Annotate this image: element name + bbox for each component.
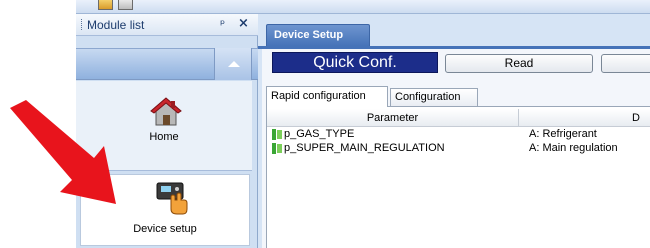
column-header-description[interactable]: D: [527, 109, 650, 127]
module-list-header: Module list ᵖ ×: [76, 14, 258, 36]
row-description: A: Main regulation: [529, 142, 618, 154]
grid-header: Parameter D: [267, 109, 650, 127]
module-item-label: Device setup: [133, 223, 197, 235]
window-icon[interactable]: [118, 0, 133, 10]
quick-conf-banner: Quick Conf.: [272, 52, 438, 73]
table-row[interactable]: p_GAS_TYPE A: Refrigerant: [267, 128, 650, 141]
red-pointer-arrow-icon: [10, 100, 116, 204]
home-icon: [150, 97, 182, 126]
write-button[interactable]: [601, 54, 650, 73]
close-icon[interactable]: ×: [238, 16, 249, 31]
tab-configuration[interactable]: Configuration: [390, 88, 478, 106]
device-icon: [156, 182, 188, 215]
scroll-up-button[interactable]: [214, 48, 252, 80]
device-setup-content: Quick Conf. Read Rapid configuration Con…: [262, 49, 650, 248]
read-button[interactable]: Read: [445, 54, 593, 73]
row-parameter: p_SUPER_MAIN_REGULATION: [284, 142, 445, 154]
parameter-grid: Parameter D p_GAS_TYPE A: Refrigerant p_…: [266, 107, 650, 248]
parameter-icon: [272, 129, 282, 140]
top-toolbar-strip: [76, 0, 650, 14]
tab-label: Device Setup: [274, 29, 344, 41]
pin-icon[interactable]: ᵖ: [220, 17, 225, 31]
table-row[interactable]: p_SUPER_MAIN_REGULATION A: Main regulati…: [267, 142, 650, 155]
parameter-icon: [272, 143, 282, 154]
row-description: A: Refrigerant: [529, 128, 597, 140]
folder-icon[interactable]: [98, 0, 113, 10]
document-area: Device Setup Quick Conf. Read Rapid conf…: [258, 14, 650, 248]
row-parameter: p_GAS_TYPE: [284, 128, 355, 140]
tab-device-setup[interactable]: Device Setup: [266, 24, 370, 46]
column-header-parameter[interactable]: Parameter: [267, 109, 519, 127]
module-list-title: Module list: [81, 18, 144, 32]
tab-rapid-configuration[interactable]: Rapid configuration: [266, 86, 388, 107]
